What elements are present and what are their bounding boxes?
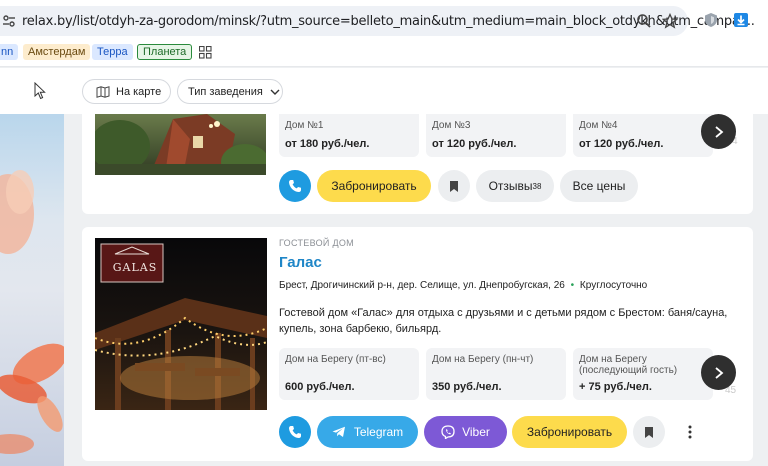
call-button[interactable]: [279, 170, 311, 202]
bookmark-nn[interactable]: nn: [0, 44, 19, 60]
book-button[interactable]: Забронировать: [317, 170, 431, 202]
viber-button[interactable]: Viber: [424, 416, 507, 448]
phone-icon: [289, 426, 301, 438]
price-option[interactable]: Дом на Берегу (последующий гость) + 75 р…: [573, 348, 713, 400]
map-icon: [96, 85, 110, 98]
venue-category: ГОСТЕВОЙ ДОМ: [279, 238, 354, 248]
bookmark-terra[interactable]: Терра: [92, 44, 133, 60]
venue-title-link[interactable]: Галас: [279, 254, 322, 271]
reviews-label: Отзывы: [488, 179, 533, 193]
price-option[interactable]: Дом №4 от 120 руб./чел.: [573, 114, 713, 157]
listing-card-1: Дом №1 от 180 руб./чел. Дом №3 от 120 ру…: [82, 114, 753, 214]
filter-bar: На карте Тип заведения: [0, 68, 768, 114]
price-option[interactable]: Дом №3 от 120 руб./чел.: [426, 114, 566, 157]
next-prices-button[interactable]: [701, 114, 736, 149]
favorite-button[interactable]: [633, 416, 665, 448]
bookmark-planeta[interactable]: Планета: [137, 44, 193, 60]
price-option-price: от 120 руб./чел.: [432, 138, 517, 150]
price-option-name: Дом на Берегу (пн-чт): [432, 354, 534, 365]
apps-grid-icon[interactable]: [199, 46, 212, 59]
site-settings-icon[interactable]: [2, 14, 16, 28]
browser-toolbar: relax.by/list/otdyh-za-gorodom/minsk/?ut…: [0, 0, 768, 37]
opening-hours: Круглосуточно: [579, 280, 648, 291]
bookmark-star-icon[interactable]: [662, 13, 678, 29]
galas-logo-text: GALAS: [112, 261, 158, 274]
viber-label: Viber: [462, 425, 490, 439]
reviews-count: 38: [532, 181, 542, 191]
venue-address-row: Брест, Дрогичинский р-н, дер. Селище, ул…: [279, 280, 647, 291]
price-option-name: Дом №1: [285, 120, 324, 131]
side-background-photo: [0, 114, 64, 466]
venue-address: Брест, Дрогичинский р-н, дер. Селище, ул…: [279, 280, 565, 291]
more-vertical-icon: [688, 425, 692, 439]
download-extension-icon[interactable]: [733, 12, 749, 28]
mouse-cursor-icon: [34, 82, 46, 100]
price-option-name: Дом на Берегу (пт-вс): [285, 354, 386, 365]
map-view-button[interactable]: На карте: [82, 79, 171, 104]
viber-icon: [441, 425, 455, 439]
map-view-label: На карте: [116, 85, 162, 98]
more-options-button[interactable]: [680, 422, 700, 442]
price-option[interactable]: Дом на Берегу (пн-чт) 350 руб./чел.: [426, 348, 566, 400]
venue-type-dropdown[interactable]: Тип заведения: [177, 79, 283, 104]
listing-card-2: GALAS ГОСТЕВОЙ ДОМ Галас Брест, Дрогичин…: [82, 227, 753, 461]
chevron-right-icon: [714, 125, 723, 138]
telegram-button[interactable]: Telegram: [317, 416, 418, 448]
price-option-price: 600 руб./чел.: [285, 381, 355, 393]
price-option-name: Дом №3: [432, 120, 471, 131]
price-option[interactable]: Дом №1 от 180 руб./чел.: [279, 114, 419, 157]
flower-decoration: [0, 170, 64, 454]
price-option-price: + 75 руб./чел.: [579, 381, 652, 393]
address-bar[interactable]: relax.by/list/otdyh-za-gorodom/minsk/?ut…: [0, 6, 755, 36]
listing-photo-1[interactable]: [95, 114, 266, 175]
next-prices-button[interactable]: [701, 355, 736, 390]
venue-type-label: Тип заведения: [188, 85, 263, 98]
venue-description: Гостевой дом «Галас» для отдыха с друзья…: [279, 307, 728, 335]
reviews-button[interactable]: Отзывы 38: [476, 170, 554, 202]
price-option-price: от 180 руб./чел.: [285, 138, 370, 150]
price-option[interactable]: Дом на Берегу (пт-вс) 600 руб./чел.: [279, 348, 419, 400]
zoom-search-icon[interactable]: [636, 13, 652, 29]
book-button[interactable]: Забронировать: [512, 416, 627, 448]
phone-icon: [289, 180, 301, 192]
favorite-button[interactable]: [438, 170, 470, 202]
price-option-price: от 120 руб./чел.: [579, 138, 664, 150]
chevron-down-icon: [270, 89, 280, 95]
bookmark-amsterdam[interactable]: Амстердам: [23, 44, 91, 60]
shield-extension-icon[interactable]: [703, 12, 719, 28]
chevron-right-icon: [714, 366, 723, 379]
bookmark-icon: [645, 426, 653, 438]
price-option-name: Дом №4: [579, 120, 618, 131]
price-option-name: Дом на Берегу (последующий гость): [579, 354, 678, 376]
telegram-icon: [332, 426, 345, 437]
all-prices-button[interactable]: Все цены: [560, 170, 638, 202]
price-option-price: 350 руб./чел.: [432, 381, 502, 393]
bookmark-icon: [450, 180, 458, 192]
telegram-label: Telegram: [353, 425, 404, 439]
call-button[interactable]: [279, 416, 311, 448]
bookmarks-bar: nn Амстердам Терра Планета: [0, 37, 768, 67]
open-status-dot: •: [570, 280, 575, 291]
